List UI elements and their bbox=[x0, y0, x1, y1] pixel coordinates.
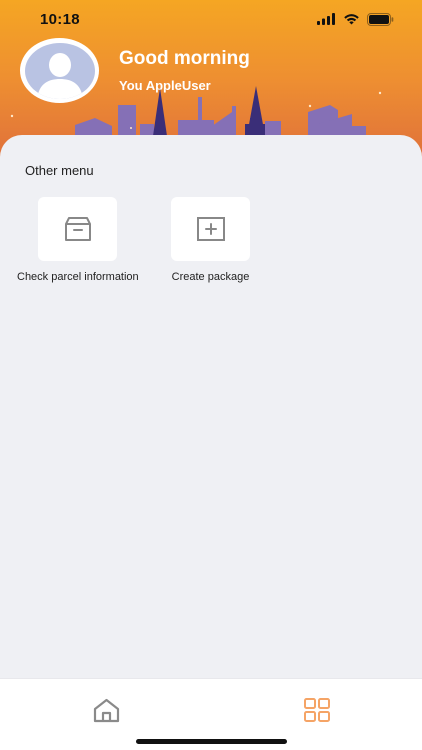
menu-label-create-package: Create package bbox=[171, 271, 250, 283]
parcel-box-icon bbox=[64, 217, 91, 241]
cellular-signal-icon bbox=[317, 13, 335, 25]
menu-tile-create-package[interactable] bbox=[171, 197, 250, 261]
menu-label-check-parcel: Check parcel information bbox=[17, 271, 139, 283]
grid-menu-icon bbox=[304, 698, 330, 722]
menu-item-check-parcel[interactable]: Check parcel information bbox=[17, 197, 139, 283]
menu-tile-check-parcel[interactable] bbox=[38, 197, 118, 261]
section-title-other-menu: Other menu bbox=[25, 163, 94, 178]
menu-item-create-package[interactable]: Create package bbox=[171, 197, 250, 283]
wifi-icon bbox=[344, 14, 359, 25]
tab-home[interactable] bbox=[91, 695, 121, 725]
status-time: 10:18 bbox=[40, 10, 80, 28]
tab-menu[interactable] bbox=[302, 695, 332, 725]
status-icons bbox=[317, 12, 394, 26]
status-bar: 10:18 bbox=[0, 0, 422, 38]
home-indicator bbox=[136, 739, 287, 744]
battery-icon bbox=[367, 12, 394, 26]
add-package-icon bbox=[196, 217, 225, 241]
main-content: Other menu Check parcel information Crea… bbox=[0, 135, 422, 680]
home-icon bbox=[93, 698, 119, 722]
greeting-text: Good morning bbox=[119, 48, 250, 69]
